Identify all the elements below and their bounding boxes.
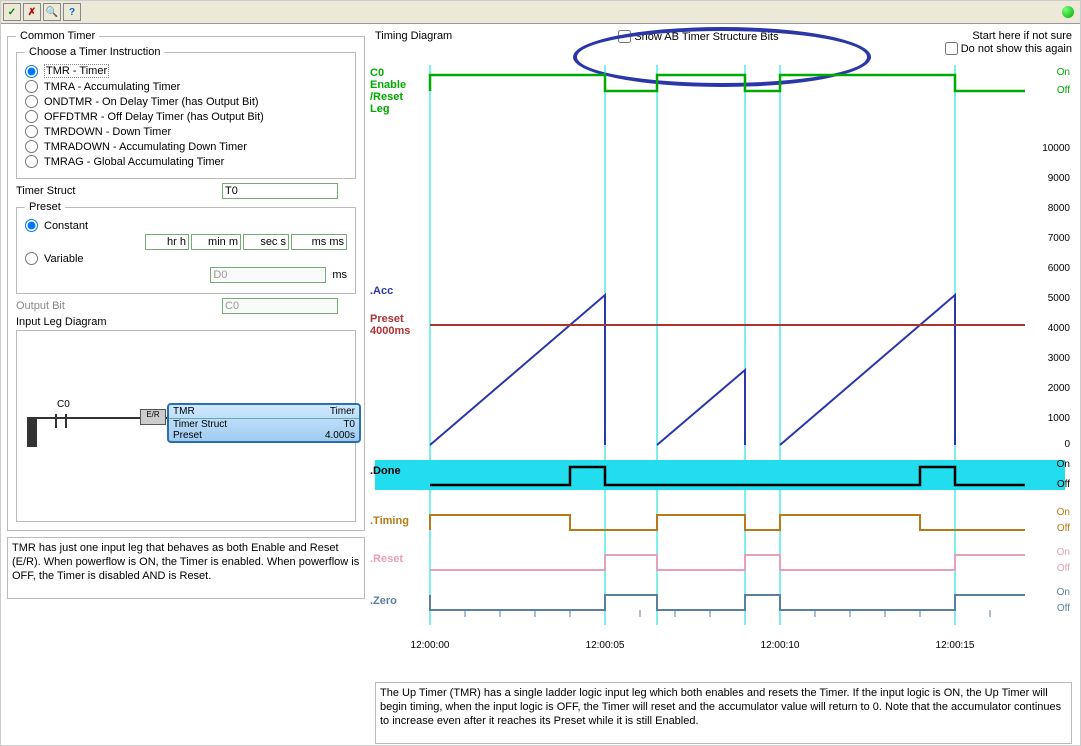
- left-description: TMR has just one input leg that behaves …: [7, 537, 365, 599]
- timer-struct-input[interactable]: [222, 183, 338, 199]
- timing-on: On: [1057, 507, 1070, 518]
- radio-tmrag[interactable]: [25, 155, 38, 168]
- zero-off: Off: [1057, 603, 1070, 614]
- start-hint: Start here if not sure: [945, 30, 1072, 42]
- tmr-hdr-l: TMR: [173, 406, 195, 417]
- radio-tmrdown[interactable]: [25, 125, 38, 138]
- acc-label: .Acc: [370, 285, 393, 297]
- tmr-r1r: T0: [343, 419, 355, 430]
- zero-label: .Zero: [370, 595, 397, 607]
- enable-off: Off: [1057, 85, 1070, 96]
- common-timer-legend: Common Timer: [16, 30, 99, 42]
- enable-label: C0 Enable /Reset Leg: [370, 67, 406, 115]
- common-timer-group: Common Timer Choose a Timer Instruction …: [7, 30, 365, 531]
- y4: 4000: [1048, 323, 1070, 334]
- toolbar: ✓ ✗ 🔍 ?: [1, 1, 1080, 24]
- status-led: [1062, 6, 1074, 18]
- x0: 12:00:00: [411, 640, 450, 651]
- done-label: .Done: [370, 465, 401, 477]
- y6: 6000: [1048, 263, 1070, 274]
- x2: 12:00:10: [761, 640, 800, 651]
- y5: 5000: [1048, 293, 1070, 304]
- preset-ms[interactable]: [291, 234, 347, 250]
- radio-tmra[interactable]: [25, 80, 38, 93]
- preset-min[interactable]: [191, 234, 241, 250]
- preset-hr[interactable]: [145, 234, 189, 250]
- zero-on: On: [1057, 587, 1070, 598]
- output-bit-input: [222, 298, 338, 314]
- timer-struct-label: Timer Struct: [16, 185, 216, 197]
- preset-var-unit: ms: [332, 269, 347, 281]
- radio-tmrag-label[interactable]: TMRAG - Global Accumulating Timer: [44, 156, 224, 168]
- radio-tmradown-label[interactable]: TMRADOWN - Accumulating Down Timer: [44, 141, 247, 153]
- preset-var-input: [210, 267, 326, 283]
- radio-tmra-label[interactable]: TMRA - Accumulating Timer: [44, 81, 180, 93]
- preset-legend: Preset: [25, 201, 65, 213]
- y1: 1000: [1048, 413, 1070, 424]
- y9: 9000: [1048, 173, 1070, 184]
- radio-constant[interactable]: [25, 219, 38, 232]
- show-ab-checkbox[interactable]: [618, 30, 631, 43]
- y8: 8000: [1048, 203, 1070, 214]
- input-leg-label: Input Leg Diagram: [16, 316, 356, 328]
- ok-button[interactable]: ✓: [3, 3, 21, 21]
- contact-symbol: [57, 413, 65, 425]
- radio-tmradown[interactable]: [25, 140, 38, 153]
- preset-label: Preset 4000ms: [370, 313, 410, 337]
- y3: 3000: [1048, 353, 1070, 364]
- input-leg-diagram: C0 E/R TMR Timer Timer Struct T0 Preset 4.0…: [16, 330, 356, 522]
- timing-chart: C0 Enable /Reset Leg On Off .Acc Preset …: [375, 55, 1072, 678]
- tmr-hdr-r: Timer: [330, 406, 355, 417]
- y10: 10000: [1042, 143, 1070, 154]
- dont-show-checkbox[interactable]: [945, 42, 958, 55]
- radio-offdtmr[interactable]: [25, 110, 38, 123]
- timing-diagram-label: Timing Diagram: [375, 30, 452, 42]
- radio-tmr-label[interactable]: TMR - Timer: [44, 64, 109, 78]
- radio-tmrdown-label[interactable]: TMRDOWN - Down Timer: [44, 126, 171, 138]
- done-off: Off: [1057, 479, 1070, 490]
- tmr-r2r: 4.000s: [325, 430, 355, 441]
- ladder-er-box: E/R: [140, 409, 166, 425]
- dont-show-label[interactable]: Do not show this again: [961, 43, 1072, 55]
- help-button[interactable]: ?: [63, 3, 81, 21]
- done-on: On: [1057, 459, 1070, 470]
- show-ab-label[interactable]: Show AB Timer Structure Bits: [634, 31, 778, 43]
- instruction-group: Choose a Timer Instruction TMR - Timer T…: [16, 46, 356, 179]
- x1: 12:00:05: [586, 640, 625, 651]
- preset-group: Preset Constant Variable ms: [16, 201, 356, 294]
- radio-variable[interactable]: [25, 252, 38, 265]
- x3: 12:00:15: [936, 640, 975, 651]
- radio-ondtmr-label[interactable]: ONDTMR - On Delay Timer (has Output Bit): [44, 96, 259, 108]
- output-bit-label: Output Bit: [16, 300, 216, 312]
- y7: 7000: [1048, 233, 1070, 244]
- search-button[interactable]: 🔍: [43, 3, 61, 21]
- instruction-legend: Choose a Timer Instruction: [25, 46, 164, 58]
- radio-ondtmr[interactable]: [25, 95, 38, 108]
- radio-constant-label[interactable]: Constant: [44, 220, 88, 232]
- cancel-button[interactable]: ✗: [23, 3, 41, 21]
- tmr-r1l: Timer Struct: [173, 419, 227, 430]
- ladder-contact-label: C0: [57, 399, 70, 410]
- enable-on: On: [1057, 67, 1070, 78]
- y0: 0: [1064, 439, 1070, 450]
- preset-sec[interactable]: [243, 234, 289, 250]
- radio-offdtmr-label[interactable]: OFFDTMR - Off Delay Timer (has Output Bi…: [44, 111, 264, 123]
- reset-off: Off: [1057, 563, 1070, 574]
- radio-tmr[interactable]: [25, 65, 38, 78]
- reset-on: On: [1057, 547, 1070, 558]
- y2: 2000: [1048, 383, 1070, 394]
- right-description: The Up Timer (TMR) has a single ladder l…: [375, 682, 1072, 744]
- radio-variable-label[interactable]: Variable: [44, 253, 84, 265]
- tmr-block: TMR Timer Timer Struct T0 Preset 4.000s: [167, 403, 361, 443]
- tmr-r2l: Preset: [173, 430, 202, 441]
- timing-label: .Timing: [370, 515, 409, 527]
- reset-label: .Reset: [370, 553, 403, 565]
- timing-off: Off: [1057, 523, 1070, 534]
